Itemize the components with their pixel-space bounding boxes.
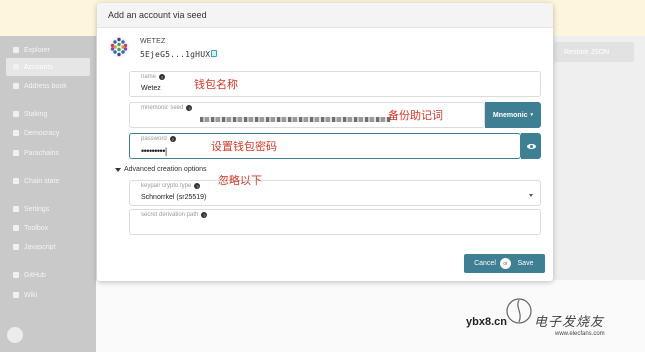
elecfans-logo-icon (506, 298, 532, 324)
sidebar-item-democracy[interactable]: Democracy (6, 124, 90, 142)
sidebar-item-github[interactable]: GitHub (6, 266, 90, 284)
seed-type-dropdown[interactable]: Mnemonic ▾ (485, 102, 541, 128)
identicon-icon (108, 36, 130, 58)
name-field[interactable]: name? Wetez (129, 71, 541, 97)
modal-title: Add an account via seed (108, 10, 207, 20)
sidebar: Explorer Accounts Address book Staking D… (0, 36, 96, 352)
annotation-ignore-below: 忽略以下 (218, 174, 262, 187)
help-icon[interactable]: ? (194, 183, 201, 189)
advanced-options-label: Advanced creation options (124, 166, 207, 173)
chain-state-icon (13, 178, 19, 184)
seed-field-label: mnemonic seed? (141, 105, 193, 111)
watermark-site: ybx8.cn (466, 316, 507, 328)
account-name: WETEZ (140, 38, 166, 45)
help-icon[interactable]: ? (169, 136, 176, 142)
seed-label-text: mnemonic seed (141, 105, 184, 111)
staking-icon (13, 111, 19, 117)
keypair-label-text: keypair crypto type (141, 183, 192, 189)
screen: Restore JSON Explorer Accounts Address b… (0, 0, 645, 352)
help-icon[interactable]: ? (186, 105, 193, 111)
restore-json-button[interactable]: Restore JSON (554, 42, 634, 62)
address-book-icon (13, 83, 19, 89)
code-icon (13, 244, 19, 250)
settings-icon (13, 206, 19, 212)
derivation-label-text: secret derivation path (141, 212, 199, 218)
obscured-seed-phrase (200, 117, 390, 122)
sidebar-item-label: GitHub (24, 271, 46, 279)
sidebar-item-staking[interactable]: Staking (6, 105, 90, 123)
account-address: 5EjeG5...1gHUXb (140, 50, 216, 59)
sidebar-item-address-book[interactable]: Address book (6, 77, 90, 95)
seed-type-label: Mnemonic (492, 111, 528, 119)
name-field-label: name? (141, 74, 166, 80)
sidebar-item-toolbox[interactable]: Toolbox (6, 219, 90, 237)
sidebar-item-accounts[interactable]: Accounts (6, 58, 90, 76)
sidebar-item-explorer[interactable]: Explorer (6, 41, 90, 59)
help-icon[interactable]: ? (201, 212, 208, 218)
password-field-label: password? (141, 136, 176, 142)
advanced-options-toggle[interactable]: Advanced creation options (115, 166, 207, 173)
help-icon[interactable]: ? (159, 74, 166, 80)
sidebar-item-label: Accounts (24, 63, 53, 71)
sidebar-item-wiki[interactable]: Wiki (6, 286, 90, 304)
derivation-path-field[interactable]: secret derivation path? (129, 209, 541, 235)
sidebar-item-label: Staking (24, 110, 48, 118)
password-label-text: password (141, 136, 167, 142)
sidebar-item-parachains[interactable]: Parachains (6, 144, 90, 162)
wiki-icon (13, 292, 19, 298)
keypair-field-value: Schnorrkel (sr25519) (141, 194, 207, 201)
eye-icon (526, 143, 536, 149)
sidebar-item-settings[interactable]: Settings (6, 200, 90, 218)
sidebar-item-label: Settings (24, 205, 50, 213)
sidebar-item-label: Parachains (24, 149, 60, 157)
show-password-button[interactable] (521, 133, 541, 159)
sidebar-item-label: Javascript (24, 243, 56, 251)
annotation-backup-mnemonic: 备份助记词 (388, 109, 443, 122)
sidebar-item-label: Toolbox (24, 224, 49, 232)
annotation-wallet-name: 钱包名称 (194, 78, 238, 91)
keypair-field-label: keypair crypto type? (141, 183, 201, 189)
name-label-text: name (141, 74, 157, 80)
annotation-set-password: 设置钱包密码 (211, 140, 277, 153)
sidebar-item-label: Chain state (24, 177, 60, 185)
sidebar-item-javascript[interactable]: Javascript (6, 238, 90, 256)
password-field[interactable]: password? •••••••••| (129, 133, 521, 159)
sidebar-item-label: Explorer (24, 46, 51, 54)
caret-down-icon (115, 167, 121, 172)
derivation-field-label: secret derivation path? (141, 212, 208, 218)
explorer-icon (13, 47, 19, 53)
parachains-icon (13, 150, 19, 156)
restore-json-label: Restore JSON (564, 48, 610, 56)
chevron-down-icon (529, 194, 533, 197)
accounts-icon (13, 64, 19, 70)
name-field-value: Wetez (141, 85, 161, 92)
watermark-brand: 电子发烧友 (534, 315, 605, 330)
cancel-label: Cancel (474, 260, 496, 267)
keypair-type-select[interactable]: keypair crypto type? Schnorrkel (sr25519… (129, 180, 541, 206)
modal-header: Add an account via seed (97, 3, 553, 28)
copy-icon[interactable] (211, 50, 217, 57)
sidebar-item-label: Address book (24, 82, 67, 90)
or-divider: or (499, 257, 512, 270)
toolbox-icon (13, 225, 19, 231)
sidebar-item-label: Democracy (24, 129, 60, 137)
or-label: or (503, 260, 508, 267)
save-label: Save (517, 260, 534, 267)
chevron-down-icon: ▾ (530, 112, 534, 118)
modal-actions: Cancel Save or (464, 254, 545, 273)
avatar[interactable] (7, 327, 23, 343)
democracy-icon (13, 130, 19, 136)
sidebar-item-label: Wiki (24, 291, 38, 299)
password-field-value: •••••••••| (141, 146, 167, 156)
sidebar-item-chain-state[interactable]: Chain state (6, 172, 90, 190)
github-icon (13, 272, 19, 278)
watermark-url: www.elecfans.com (555, 331, 605, 337)
